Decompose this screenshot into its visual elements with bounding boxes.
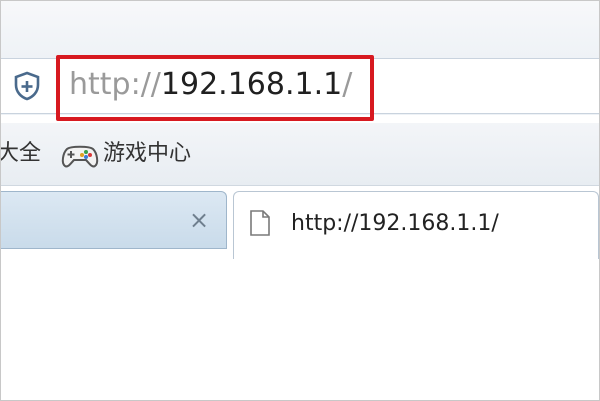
- close-icon[interactable]: ×: [187, 207, 211, 233]
- bookmark-item-partial[interactable]: 大全: [1, 123, 41, 185]
- shield-plus-icon[interactable]: [13, 71, 41, 101]
- gamepad-icon: [61, 145, 99, 168]
- bookmark-item-games[interactable]: 游戏中心: [103, 123, 191, 185]
- page-icon: [250, 210, 270, 236]
- url-highlight-box: [56, 55, 374, 121]
- window-top-strip: [1, 1, 599, 59]
- tab-label: http://192.168.1.1/: [291, 211, 499, 236]
- browser-window: http://192.168.1.1/ 大全 游戏中心 × http://192…: [0, 0, 600, 401]
- page-content-area: [1, 259, 599, 400]
